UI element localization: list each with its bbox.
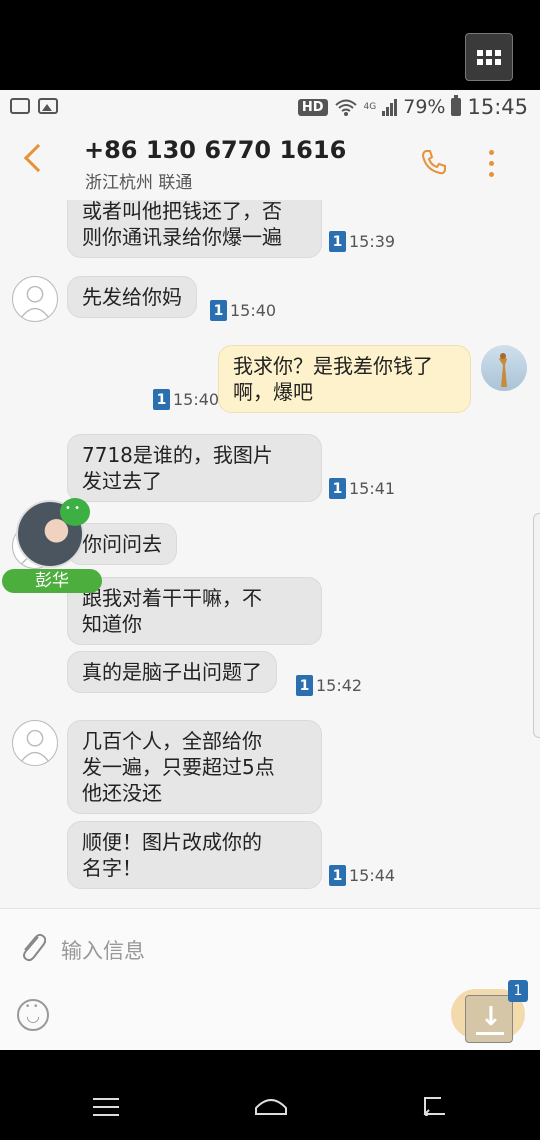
message-list[interactable]: 或者叫他把钱还了，否 则你通讯录给你爆一遍 1 15:39 先发给你妈 1 15… xyxy=(0,200,540,908)
status-bar: HD 4G 79% 15:45 xyxy=(0,90,540,126)
message-bubble[interactable]: 先发给你妈 xyxy=(67,276,197,318)
battery-percent: 79% xyxy=(403,96,446,118)
battery-icon xyxy=(451,95,462,116)
sim-icon: 1 xyxy=(329,865,346,886)
my-avatar[interactable] xyxy=(481,345,527,391)
message-time: 15:44 xyxy=(349,866,396,885)
message-bubble[interactable]: 7718是谁的，我图片 发过去了 xyxy=(67,434,322,502)
network-type: 4G xyxy=(363,102,377,112)
message-time: 15:40 xyxy=(230,301,277,320)
clock: 15:45 xyxy=(467,95,528,119)
back-nav-icon[interactable] xyxy=(421,1096,447,1116)
contact-location: 浙江杭州 联通 xyxy=(85,173,193,193)
back-arrow-icon[interactable] xyxy=(23,143,53,173)
navigation-bar xyxy=(0,1050,540,1140)
home-icon[interactable] xyxy=(254,1094,288,1116)
message-meta: 1 15:39 xyxy=(329,231,395,252)
message-input[interactable]: 输入信息 xyxy=(61,935,145,965)
message-meta: 1 15:40 xyxy=(153,389,219,410)
contact-number: +86 130 6770 1616 xyxy=(84,136,347,164)
my-message-bubble[interactable]: 我求你？是我差你钱了 啊，爆吧 xyxy=(218,345,471,413)
floating-contact-name: 彭华 xyxy=(2,569,102,593)
sim-icon: 1 xyxy=(329,478,346,499)
emoji-icon[interactable] xyxy=(17,999,49,1031)
hd-badge: HD xyxy=(297,98,328,116)
message-bubble[interactable]: 几百个人，全部给你 发一遍，只要超过5点 他还没还 xyxy=(67,720,322,814)
messaging-screen: HD 4G 79% 15:45 +86 130 6770 1616 浙江杭州 联… xyxy=(0,90,540,1050)
message-bubble[interactable]: 跟我对着干干嘛，不 知道你 xyxy=(67,577,322,645)
scrollbar[interactable] xyxy=(533,513,540,738)
signal-icon xyxy=(382,98,398,116)
download-icon[interactable] xyxy=(465,995,513,1043)
message-time: 15:39 xyxy=(349,232,396,251)
message-meta: 1 15:41 xyxy=(329,478,395,499)
contact-avatar[interactable] xyxy=(12,276,58,322)
more-options-icon[interactable] xyxy=(489,150,495,183)
compose-bar: 输入信息 发送 1 xyxy=(0,908,540,1050)
voicemail-icon xyxy=(10,98,30,114)
message-bubble[interactable]: 或者叫他把钱还了，否 则你通讯录给你爆一遍 xyxy=(67,200,322,258)
apps-grid-icon[interactable] xyxy=(465,33,513,81)
conversation-header: +86 130 6770 1616 浙江杭州 联通 xyxy=(0,126,540,200)
message-time: 15:40 xyxy=(173,390,220,409)
floating-chat-head[interactable]: 彭华 xyxy=(2,498,102,593)
sim-badge: 1 xyxy=(508,980,528,1002)
wifi-icon xyxy=(334,99,357,116)
sim-icon: 1 xyxy=(329,231,346,252)
recent-apps-icon[interactable] xyxy=(93,1098,119,1122)
message-meta: 1 15:44 xyxy=(329,865,395,886)
message-bubble[interactable]: 顺便！图片改成你的 名字！ xyxy=(67,821,322,889)
phone-call-icon[interactable] xyxy=(420,148,448,176)
contact-avatar[interactable] xyxy=(12,720,58,766)
sim-icon: 1 xyxy=(296,675,313,696)
image-icon xyxy=(38,98,58,114)
message-meta: 1 15:42 xyxy=(296,675,362,696)
message-bubble[interactable]: 真的是脑子出问题了 xyxy=(67,651,277,693)
sim-icon: 1 xyxy=(210,300,227,321)
attach-icon[interactable] xyxy=(18,929,46,963)
sim-icon: 1 xyxy=(153,389,170,410)
message-time: 15:42 xyxy=(316,676,363,695)
message-time: 15:41 xyxy=(349,479,396,498)
message-meta: 1 15:40 xyxy=(210,300,276,321)
top-black-area xyxy=(0,0,540,90)
wechat-icon xyxy=(60,498,90,526)
